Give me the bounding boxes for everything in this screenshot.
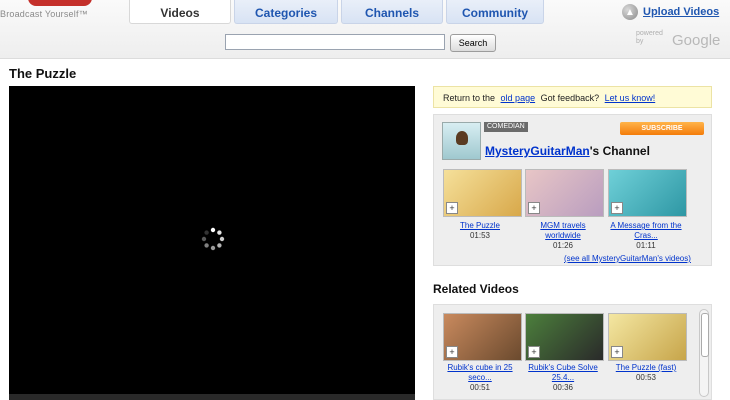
- add-to-quicklist-icon[interactable]: +: [528, 202, 540, 214]
- add-to-quicklist-icon[interactable]: +: [611, 346, 623, 358]
- feedback-text-return: Return to the: [443, 93, 496, 103]
- channel-video-thumb[interactable]: +: [443, 169, 522, 217]
- channel-video-duration: 01:26: [552, 241, 574, 250]
- upload-icon: ▲: [622, 4, 638, 20]
- search-bar: Search powered by Google: [0, 28, 730, 56]
- related-video-caption: The Puzzle (fast) 00:53: [606, 363, 686, 383]
- feedback-text-question: Got feedback?: [540, 93, 600, 103]
- scrollbar-thumb[interactable]: [701, 313, 709, 357]
- loading-spinner-icon: [201, 227, 225, 251]
- channel-video-caption: MGM travels worldwide 01:26: [523, 221, 603, 251]
- google-logo: Google: [672, 32, 721, 49]
- related-videos-list: + + + Rubik's cube in 25 seco... 00:51 R…: [433, 304, 712, 400]
- tagline: Broadcast Yourself™: [0, 9, 88, 19]
- channel-video-title[interactable]: MGM travels worldwide: [523, 221, 603, 241]
- tab-videos[interactable]: Videos: [129, 0, 231, 24]
- subscribe-button[interactable]: SUBSCRIBE: [620, 122, 704, 135]
- tab-community[interactable]: Community: [446, 0, 544, 24]
- related-video-duration: 00:51: [469, 383, 491, 392]
- player-controls-bar[interactable]: [9, 394, 415, 400]
- channel-video-thumb[interactable]: +: [608, 169, 687, 217]
- search-button[interactable]: Search: [450, 34, 496, 52]
- channel-video-thumb[interactable]: +: [525, 169, 604, 217]
- old-page-link[interactable]: old page: [501, 93, 536, 103]
- channel-video-duration: 01:53: [469, 231, 491, 240]
- channel-title-suffix: 's Channel: [589, 144, 650, 158]
- channel-avatar[interactable]: [442, 122, 481, 160]
- powered-by-label: powered by: [636, 30, 663, 45]
- tab-channels[interactable]: Channels: [341, 0, 443, 24]
- related-video-duration: 00:36: [552, 383, 574, 392]
- related-video-thumb[interactable]: +: [608, 313, 687, 361]
- channel-name-link[interactable]: MysteryGuitarMan: [485, 144, 590, 158]
- channel-video-title[interactable]: The Puzzle: [440, 221, 520, 231]
- channel-video-duration: 01:11: [636, 241, 656, 250]
- channel-video-caption: A Message from the Cras... 01:11: [606, 221, 686, 251]
- related-video-caption: Rubik's Cube Solve 25.4... 00:36: [523, 363, 603, 393]
- related-video-title[interactable]: Rubik's cube in 25 seco...: [440, 363, 520, 383]
- feedback-bar: Return to the old page Got feedback? Let…: [433, 86, 712, 108]
- search-input[interactable]: [225, 34, 445, 50]
- related-video-thumb[interactable]: +: [525, 313, 604, 361]
- add-to-quicklist-icon[interactable]: +: [528, 346, 540, 358]
- related-video-thumb[interactable]: +: [443, 313, 522, 361]
- let-us-know-link[interactable]: Let us know!: [605, 93, 656, 103]
- channel-title: MysteryGuitarMan's Channel: [485, 144, 650, 158]
- related-video-title[interactable]: The Puzzle (fast): [606, 363, 686, 373]
- related-videos-heading: Related Videos: [433, 282, 519, 296]
- channel-video-title[interactable]: A Message from the Cras...: [606, 221, 686, 241]
- related-video-caption: Rubik's cube in 25 seco... 00:51: [440, 363, 520, 393]
- comedian-badge: COMEDIAN: [484, 122, 528, 132]
- upload-label: Upload Videos: [643, 6, 720, 18]
- tab-categories[interactable]: Categories: [234, 0, 338, 24]
- page-title: The Puzzle: [9, 66, 77, 81]
- upload-videos-link[interactable]: ▲ Upload Videos: [622, 4, 719, 20]
- channel-video-caption: The Puzzle 01:53: [440, 221, 520, 241]
- video-player[interactable]: [9, 86, 415, 396]
- add-to-quicklist-icon[interactable]: +: [446, 346, 458, 358]
- see-all-videos-link[interactable]: (see all MysteryGuitarMan's videos): [564, 254, 691, 263]
- related-scrollbar[interactable]: [699, 309, 709, 397]
- add-to-quicklist-icon[interactable]: +: [446, 202, 458, 214]
- add-to-quicklist-icon[interactable]: +: [611, 202, 623, 214]
- related-video-title[interactable]: Rubik's Cube Solve 25.4...: [523, 363, 603, 383]
- related-video-duration: 00:53: [635, 373, 657, 382]
- site-header: Broadcast Yourself™ Videos Categories Ch…: [0, 0, 730, 59]
- channel-box: COMEDIAN SUBSCRIBE MysteryGuitarMan's Ch…: [433, 114, 712, 266]
- youtube-logo[interactable]: [28, 0, 92, 6]
